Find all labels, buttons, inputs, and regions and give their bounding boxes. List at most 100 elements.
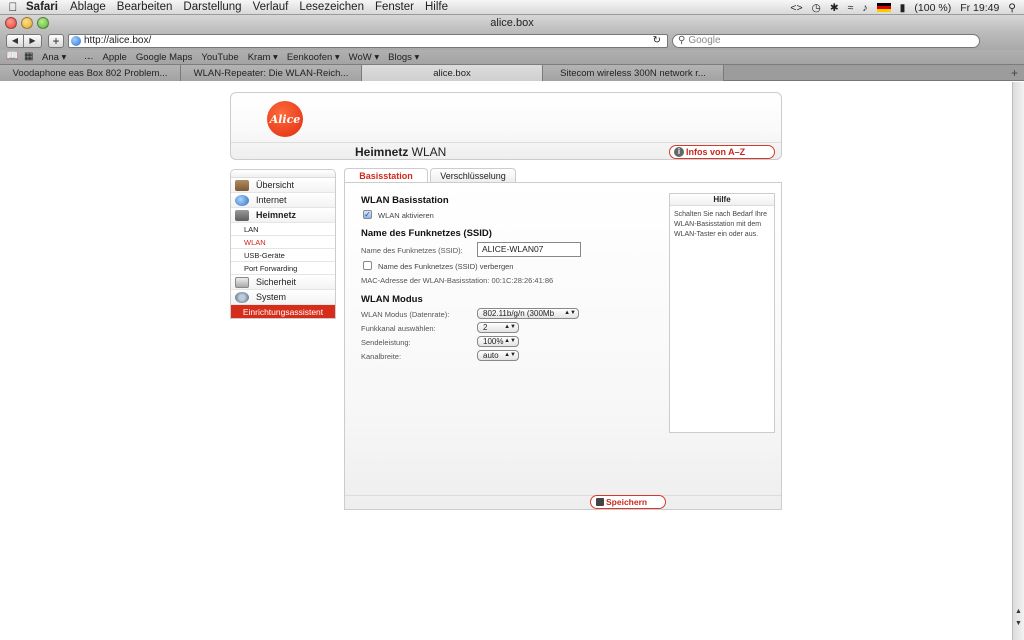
wlan-activate-label: WLAN aktivieren (378, 211, 434, 220)
menu-lesezeichen[interactable]: Lesezeichen (299, 1, 364, 13)
forward-button[interactable]: ▶ (24, 33, 42, 48)
infos-a-z-label: Infos von A–Z (686, 147, 746, 157)
reload-icon[interactable]: ↻ (653, 35, 661, 46)
close-window-button[interactable] (5, 17, 17, 29)
page-scrollbar[interactable]: ▲ ▼ (1012, 82, 1024, 640)
nav-item-sicherheit[interactable]: Sicherheit (231, 275, 335, 290)
page-title: Heimnetz WLAN (355, 145, 446, 159)
page-title-bold: Heimnetz (355, 145, 409, 159)
wlan-mode-select[interactable]: 802.11b/g/n (300Mb ▲▼ (477, 308, 579, 319)
volume-icon[interactable]: ♪ (862, 2, 867, 14)
nav-item-internet[interactable]: Internet (231, 193, 335, 208)
browser-tab-1[interactable]: Voodaphone eas Box 802 Problem... (0, 65, 181, 81)
browser-tab-4[interactable]: Sitecom wireless 300N network r... (543, 65, 724, 81)
infos-a-z-button[interactable]: i Infos von A–Z (669, 145, 775, 159)
help-title: Hilfe (670, 194, 774, 206)
tx-power-select[interactable]: 100% ▲▼ (477, 336, 519, 347)
content-panel: WLAN Basisstation ✓ WLAN aktivieren Name… (344, 182, 782, 510)
bookmark-blogs[interactable]: Blogs ▾ (388, 52, 419, 63)
tab-verschluesselung[interactable]: Verschlüsselung (430, 168, 516, 182)
router-nav: Übersicht Internet Heimnetz LAN WLAN USB… (230, 169, 336, 319)
select-arrows-icon: ▲▼ (504, 324, 516, 330)
spotlight-icon[interactable]: ⚲ (1008, 2, 1016, 14)
tab-basisstation[interactable]: Basisstation (344, 168, 428, 182)
nav-item-heimnetz[interactable]: Heimnetz (231, 208, 335, 223)
menu-verlauf[interactable]: Verlauf (253, 1, 289, 13)
browser-tab-3-active[interactable]: alice.box (362, 65, 543, 81)
nav-sub-port-forwarding[interactable]: Port Forwarding (231, 262, 335, 275)
select-arrows-icon: ▲▼ (504, 338, 516, 344)
ssid-input[interactable]: ALICE-WLAN07 (477, 242, 581, 257)
search-icon: ⚲ (678, 35, 686, 46)
help-box: Hilfe Schalten Sie nach Bedarf Ihre WLAN… (669, 193, 775, 433)
content-footer-divider (345, 495, 781, 496)
wlan-activate-checkbox[interactable]: ✓ (363, 210, 372, 219)
section-title-ssid: Name des Funknetzes (SSID) (361, 228, 492, 239)
browser-tab-2[interactable]: WLAN-Repeater: Die WLAN-Reich... (181, 65, 362, 81)
alice-logo[interactable]: Alice (267, 101, 303, 137)
address-text: http://alice.box/ (84, 35, 152, 46)
section-title-basisstation: WLAN Basisstation (361, 195, 449, 206)
channel-select[interactable]: 2 ▲▼ (477, 322, 519, 333)
scroll-down-icon[interactable]: ▼ (1013, 620, 1024, 630)
wlan-mode-label: WLAN Modus (Datenrate): (361, 310, 450, 319)
input-source-flag-icon[interactable] (876, 3, 891, 12)
wifi-icon[interactable]: ≈ (848, 2, 854, 14)
scroll-up-icon[interactable]: ▲ (1013, 608, 1024, 618)
menu-clock[interactable]: Fr 19:49 (960, 2, 999, 14)
add-bookmark-button[interactable]: + (48, 33, 64, 48)
site-globe-icon (71, 35, 81, 46)
nav-sub-usb-geraete[interactable]: USB-Geräte (231, 249, 335, 262)
nav-label: Übersicht (256, 180, 295, 190)
nav-sub-wlan[interactable]: WLAN (231, 236, 335, 249)
top-sites-icon[interactable]: ▦ (24, 52, 36, 62)
hide-ssid-checkbox[interactable] (363, 261, 372, 270)
nav-label: System (256, 292, 287, 302)
menu-darstellung[interactable]: Darstellung (183, 1, 241, 13)
menu-bearbeiten[interactable]: Bearbeiten (117, 1, 173, 13)
router-header: Alice Heimnetz WLAN i Infos von A–Z (230, 92, 782, 160)
bookmark-bookmarklet[interactable]: ﾠ·-· (75, 50, 93, 64)
window-title: alice.box (490, 17, 534, 29)
browser-tab-label: Sitecom wireless 300N network r... (560, 67, 706, 79)
save-disk-icon (596, 498, 604, 506)
reading-list-icon[interactable]: 📖 (6, 52, 18, 62)
channel-label: Funkkanal auswählen: (361, 324, 436, 333)
browser-toolbar: ◀ ▶ + http://alice.box/ ↻ ⚲ Google (0, 31, 1024, 50)
nav-sub-lan[interactable]: LAN (231, 223, 335, 236)
save-button[interactable]: Speichern (590, 495, 666, 509)
minimize-window-button[interactable] (21, 17, 33, 29)
bookmark-wow[interactable]: WoW ▾ (349, 52, 379, 63)
bookmark-youtube[interactable]: YouTube (201, 52, 238, 63)
bluetooth-icon[interactable]: ✱ (830, 2, 839, 14)
nav-top (231, 170, 335, 178)
apple-menu-icon[interactable]:  (0, 0, 26, 14)
zoom-window-button[interactable] (37, 17, 49, 29)
menu-ablage[interactable]: Ablage (70, 1, 106, 13)
back-button[interactable]: ◀ (6, 33, 24, 48)
select-arrows-icon: ▲▼ (504, 352, 516, 358)
menu-app-safari[interactable]: Safari (26, 1, 58, 13)
nav-item-system[interactable]: System (231, 290, 335, 305)
address-bar[interactable]: http://alice.box/ ↻ (68, 33, 668, 48)
nav-setup-assistant[interactable]: Einrichtungsassistent (231, 305, 335, 318)
menu-fenster[interactable]: Fenster (375, 1, 414, 13)
search-field[interactable]: ⚲ Google (672, 33, 980, 48)
bookmark-google-maps[interactable]: Google Maps (136, 52, 193, 63)
new-tab-button[interactable]: + (1011, 66, 1018, 80)
channel-width-select[interactable]: auto ▲▼ (477, 350, 519, 361)
bookmark-ana[interactable]: Ana ▾ (42, 52, 66, 63)
bookmark-eenkoofen[interactable]: Eenkoofen ▾ (287, 52, 340, 63)
bookmark-kram[interactable]: Kram ▾ (248, 52, 278, 63)
ssid-label: Name des Funknetzes (SSID): (361, 246, 463, 255)
bookmark-apple[interactable]: Apple (103, 52, 127, 63)
time-machine-icon[interactable]: ◷ (812, 2, 821, 14)
nav-label: Sicherheit (256, 277, 297, 287)
hide-ssid-label: Name des Funknetzes (SSID) verbergen (378, 262, 514, 271)
battery-icon[interactable]: ▮ (900, 2, 906, 14)
nav-item-uebersicht[interactable]: Übersicht (231, 178, 335, 193)
mac-address-text: MAC-Adresse der WLAN-Basisstation: 00:1C… (361, 276, 554, 285)
save-label: Speichern (606, 497, 648, 507)
menu-hilfe[interactable]: Hilfe (425, 1, 448, 13)
script-menu-icon[interactable]: <> (790, 2, 802, 14)
